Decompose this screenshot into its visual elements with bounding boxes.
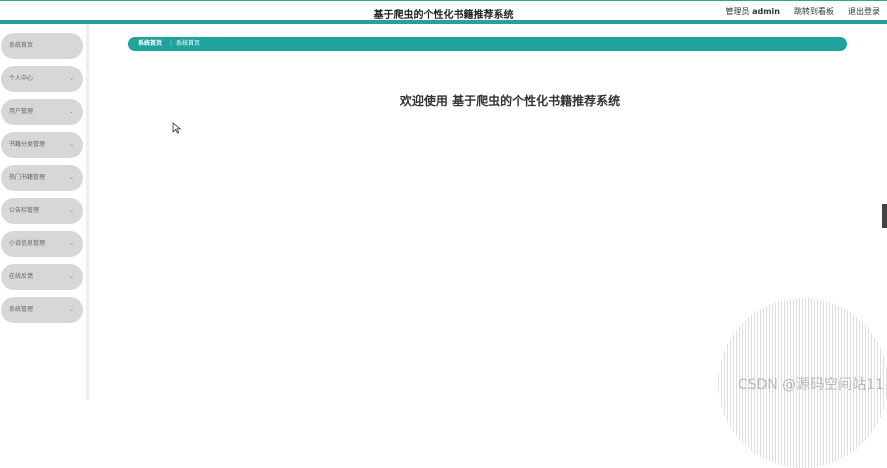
sidebar-item-label: 个人中心 (9, 75, 34, 82)
sidebar-item-label: 在线反馈 (9, 273, 34, 280)
sidebar-item-home[interactable]: 系统首页 (1, 33, 83, 59)
sidebar-item-label: 书籍分类管理 (9, 141, 46, 148)
welcome-heading: 欢迎使用 基于爬虫的个性化书籍推荐系统 (399, 94, 621, 108)
sidebar-item-label: 系统首页 (9, 42, 34, 49)
sidebar: 系统首页 个人中心 ⌄ 用户管理 ⌄ 书籍分类管理 ⌄ 热门书籍管理 ⌄ 公告栏… (0, 24, 89, 400)
sidebar-item-hot-books[interactable]: 热门书籍管理 ⌄ (1, 165, 83, 191)
breadcrumb-current: 系统首页 (176, 40, 201, 47)
sidebar-item-label: 系统管理 (9, 306, 34, 313)
breadcrumb: 系统首页 ⋮ 系统首页 (128, 37, 847, 51)
chevron-down-icon: ⌄ (68, 174, 74, 181)
sidebar-item-profile[interactable]: 个人中心 ⌄ (1, 66, 83, 92)
sidebar-item-label: 公告栏管理 (9, 207, 40, 214)
watermark: CSDN @源码空间站11 (737, 377, 884, 393)
sidebar-item-label: 热门书籍管理 (9, 174, 46, 181)
sidebar-item-novels[interactable]: 小说信息管理 ⌄ (1, 231, 83, 257)
chevron-down-icon: ⌄ (68, 306, 74, 313)
admin-role: 管理员 (725, 7, 750, 16)
sidebar-item-label: 用户管理 (9, 108, 34, 115)
jump-dashboard-link[interactable]: 跳转到看板 (794, 6, 834, 17)
sidebar-item-feedback[interactable]: 在线反馈 ⌄ (1, 264, 83, 290)
admin-name: admin (752, 7, 780, 16)
breadcrumb-root[interactable]: 系统首页 (138, 37, 162, 51)
scroll-handle[interactable] (882, 204, 887, 228)
chevron-down-icon: ⌄ (68, 75, 74, 82)
sidebar-item-notices[interactable]: 公告栏管理 ⌄ (1, 198, 83, 224)
sidebar-item-users[interactable]: 用户管理 ⌄ (1, 99, 83, 125)
sidebar-item-label: 小说信息管理 (9, 240, 46, 247)
chevron-down-icon: ⌄ (68, 240, 74, 247)
header-actions: 管理员 admin 跳转到看板 退出登录 (726, 6, 880, 17)
logout-link[interactable]: 退出登录 (848, 6, 880, 17)
chevron-down-icon: ⌄ (68, 141, 74, 148)
chevron-down-icon: ⌄ (68, 108, 74, 115)
breadcrumb-separator: ⋮ (168, 40, 174, 47)
mouse-cursor-icon (172, 122, 182, 134)
admin-info: 管理员 admin (726, 6, 780, 17)
chevron-down-icon: ⌄ (68, 207, 74, 214)
top-header: 基于爬虫的个性化书籍推荐系统 管理员 admin 跳转到看板 退出登录 (0, 0, 887, 21)
sidebar-item-book-category[interactable]: 书籍分类管理 ⌄ (1, 132, 83, 158)
sidebar-item-system[interactable]: 系统管理 ⌄ (1, 297, 83, 323)
chevron-down-icon: ⌄ (68, 273, 74, 280)
header-accent-line (0, 20, 887, 24)
